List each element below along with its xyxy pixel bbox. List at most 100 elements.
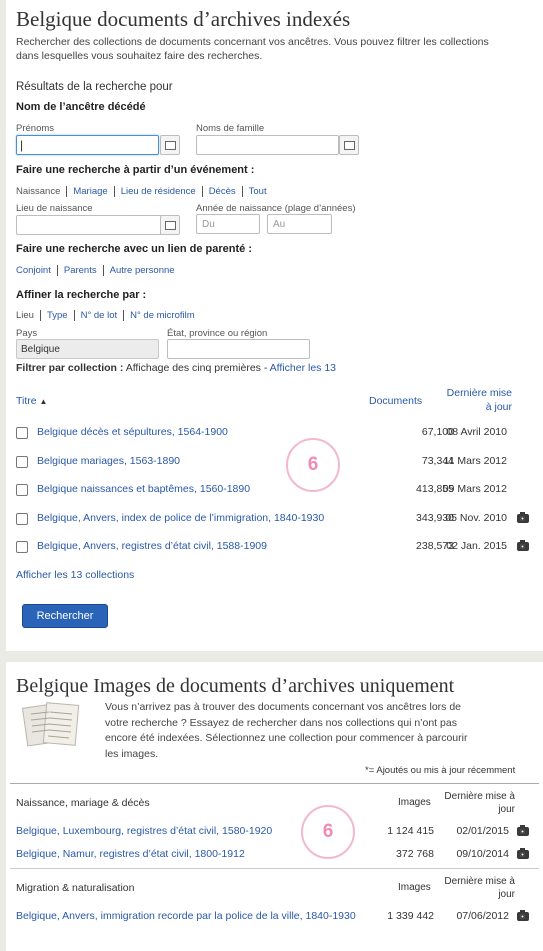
camera-icon bbox=[517, 825, 529, 836]
results-for-heading: Résultats de la recherche pour bbox=[16, 81, 173, 93]
image-count: 1 124 415 bbox=[387, 825, 434, 837]
documents-thumbnail-icon bbox=[21, 702, 80, 747]
relation-heading: Faire une recherche avec un lien de pare… bbox=[16, 243, 252, 255]
images-description-line-2: votre recherche ? Essayez de rechercher … bbox=[105, 716, 457, 729]
group-heading: Naissance, mariage & décès bbox=[16, 797, 150, 809]
image-collection-link[interactable]: Belgique, Anvers, immigration recorde pa… bbox=[16, 910, 356, 922]
birthplace-keyboard-icon[interactable] bbox=[160, 215, 180, 235]
state-label: État, province ou région bbox=[167, 328, 268, 339]
filter-label: Filtrer par collection : bbox=[16, 362, 124, 374]
last-names-input[interactable] bbox=[196, 135, 339, 155]
collection-updated-date: 05 Nov. 2010 bbox=[445, 511, 507, 524]
updated-header: Dernière mise à jour bbox=[434, 875, 515, 901]
event-tab-birth[interactable]: Naissance bbox=[16, 186, 68, 197]
sort-title-header[interactable]: Titre ▲ bbox=[16, 395, 47, 407]
country-field[interactable]: Belgique bbox=[16, 339, 159, 359]
collection-filter: Filtrer par collection : Affichage des c… bbox=[16, 362, 336, 374]
images-description: Vous n’arrivez pas à trouver des documen… bbox=[105, 700, 467, 762]
image-count: 1 339 442 bbox=[387, 910, 434, 922]
show-13-link[interactable]: Afficher les 13 bbox=[270, 362, 336, 374]
sort-up-icon: ▲ bbox=[39, 397, 48, 406]
refine-tab-microfilm[interactable]: N° de microfilm bbox=[124, 310, 201, 321]
indexed-records-panel: Belgique documents d’archives indexés Re… bbox=[6, 0, 543, 651]
images-title: Belgique Images de documents d’archives … bbox=[16, 675, 455, 697]
recently-updated-note: *= Ajoutés ou mis à jour récemment bbox=[365, 765, 516, 776]
country-value: Belgique bbox=[21, 344, 60, 355]
birthyear-from-placeholder: Du bbox=[202, 219, 215, 230]
collection-title-link[interactable]: Belgique naissances et baptêmes, 1560-18… bbox=[37, 483, 250, 495]
collection-title-link[interactable]: Belgique décès et sépultures, 1564-1900 bbox=[37, 426, 228, 438]
relation-tabs: Conjoint Parents Autre personne bbox=[16, 265, 181, 276]
relation-tab-other[interactable]: Autre personne bbox=[104, 265, 181, 276]
event-heading: Faire une recherche à partir d’un événem… bbox=[16, 164, 255, 176]
filter-text: Affichage des cinq premières - bbox=[123, 362, 270, 374]
collection-updated-date: 09 Mars 2012 bbox=[442, 483, 507, 495]
collection-title-link[interactable]: Belgique mariages, 1563-1890 bbox=[37, 455, 180, 467]
birthyear-to-input[interactable]: Au bbox=[267, 214, 332, 234]
refine-tab-type[interactable]: Type bbox=[41, 310, 75, 321]
birthplace-input[interactable] bbox=[16, 215, 163, 235]
images-description-line-4: les images. bbox=[105, 747, 159, 760]
collection-updated-date: 08 Avril 2010 bbox=[446, 426, 507, 438]
collection-checkbox[interactable] bbox=[16, 484, 28, 496]
updated-header-line2: jour bbox=[498, 889, 515, 900]
updated-header[interactable]: Dernière mise à jour bbox=[432, 386, 512, 414]
image-updated-date: 09/10/2014 bbox=[456, 848, 509, 860]
event-tab-all[interactable]: Tout bbox=[243, 186, 273, 197]
search-button[interactable]: Rechercher bbox=[22, 604, 108, 628]
collection-updated-date: 11 Mars 2012 bbox=[443, 454, 507, 467]
refine-tab-place[interactable]: Lieu bbox=[16, 310, 41, 321]
collection-title-link[interactable]: Belgique, Anvers, registres d’état civil… bbox=[37, 540, 267, 552]
first-names-label: Prénoms bbox=[16, 123, 55, 134]
group-heading: Migration & naturalisation bbox=[16, 882, 135, 894]
first-names-keyboard-icon[interactable] bbox=[160, 135, 180, 155]
event-tab-death[interactable]: Décès bbox=[203, 186, 243, 197]
updated-header-line2: à jour bbox=[485, 401, 512, 413]
images-header: Images bbox=[398, 797, 431, 808]
refine-tabs: Lieu Type N° de lot N° de microfilm bbox=[16, 310, 201, 321]
intro-line-2: dans lesquelles vous souhaitez faire des… bbox=[16, 50, 263, 62]
first-names-input[interactable]: | bbox=[16, 135, 159, 155]
refine-heading: Affiner la recherche par : bbox=[16, 289, 147, 301]
group-divider bbox=[10, 868, 539, 869]
image-collection-link[interactable]: Belgique, Luxembourg, registres d’état c… bbox=[16, 825, 272, 837]
updated-header-line1: Dernière mise bbox=[446, 387, 512, 399]
updated-header-line1: Dernière mise à bbox=[444, 876, 515, 887]
intro-line-1: Rechercher des collections de documents … bbox=[16, 36, 489, 48]
show-all-collections-link[interactable]: Afficher les 13 collections bbox=[16, 569, 134, 581]
relation-tab-spouse[interactable]: Conjoint bbox=[16, 265, 58, 276]
indexed-title: Belgique documents d’archives indexés bbox=[16, 7, 351, 31]
image-updated-date: 07/06/2012 bbox=[456, 910, 509, 922]
state-input[interactable] bbox=[167, 339, 310, 359]
camera-icon bbox=[517, 540, 529, 551]
event-tab-marriage[interactable]: Mariage bbox=[67, 186, 115, 197]
relation-tab-parents[interactable]: Parents bbox=[58, 265, 104, 276]
birthyear-to-placeholder: Au bbox=[273, 219, 286, 230]
annotation-badge-2: 6 bbox=[301, 805, 355, 859]
image-updated-date: 02/01/2015 bbox=[456, 825, 509, 837]
country-label: Pays bbox=[16, 328, 38, 339]
refine-tab-lot[interactable]: N° de lot bbox=[75, 310, 125, 321]
event-tabs: Naissance Mariage Lieu de résidence Décè… bbox=[16, 186, 273, 197]
camera-icon bbox=[517, 848, 529, 859]
annotation-badge: 6 bbox=[286, 438, 340, 492]
collection-checkbox[interactable] bbox=[16, 455, 28, 468]
collection-checkbox[interactable] bbox=[16, 427, 28, 439]
last-names-keyboard-icon[interactable] bbox=[339, 135, 359, 155]
images-description-line-1: Vous n’arrivez pas à trouver des documen… bbox=[105, 701, 462, 713]
event-tab-residence[interactable]: Lieu de résidence bbox=[115, 186, 203, 197]
collection-checkbox[interactable] bbox=[16, 541, 28, 553]
birthyear-from-input[interactable]: Du bbox=[196, 214, 260, 234]
camera-icon bbox=[517, 511, 529, 523]
image-collection-link[interactable]: Belgique, Namur, registres d’état civil,… bbox=[16, 848, 245, 860]
updated-header: Dernière mise à jour bbox=[434, 790, 515, 816]
images-description-line-3: encore été indexées. Sélectionnez une co… bbox=[105, 732, 468, 744]
updated-header-line2: jour bbox=[498, 804, 515, 815]
image-only-panel: Belgique Images de documents d’archives … bbox=[6, 662, 543, 951]
section-divider bbox=[10, 783, 539, 784]
documents-thumbnail bbox=[19, 702, 91, 748]
collection-checkbox[interactable] bbox=[16, 512, 28, 525]
documents-header[interactable]: Documents bbox=[369, 395, 422, 407]
collection-title-link[interactable]: Belgique, Anvers, index de police de l’i… bbox=[37, 512, 324, 524]
first-names-caret: | bbox=[20, 138, 24, 152]
